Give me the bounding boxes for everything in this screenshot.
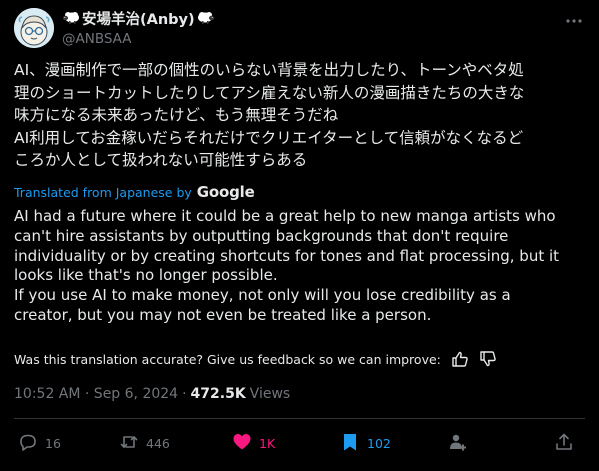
like-count: 1K [259,435,276,451]
translation-feedback: Was this translation accurate? Give us f… [14,350,497,368]
timestamp[interactable]: 10:52 AM · Sep 6, 2024 [14,386,178,402]
feedback-prompt: Was this translation accurate? Give us f… [14,351,441,367]
share-button[interactable] [554,429,574,457]
share-icon [554,432,574,455]
action-bar: 16 446 1K 102 [14,429,585,457]
google-logo: Google [196,183,255,201]
tweet-original-text: AI、漫画制作で一部の個性のいらない背景を出力したり、トーンやベタ処 理のショー… [14,61,525,170]
thumbs-down-icon[interactable] [479,350,497,368]
author-names: 安場羊治(Anby) @ANBSAA [62,9,215,47]
sheep-emoji-icon [197,9,215,28]
grok-button[interactable] [448,429,468,457]
views-label: Views [249,386,291,402]
bookmark-icon [340,432,360,455]
reply-count: 16 [45,435,61,451]
repost-button[interactable]: 446 [119,429,170,457]
like-button[interactable]: 1K [232,429,275,457]
tweet-translation-text: AI had a future where it could be a grea… [14,207,560,324]
divider [14,418,585,419]
sheep-emoji-icon [62,9,80,28]
heart-icon [232,432,252,455]
author-handle[interactable]: @ANBSAA [62,31,215,47]
grok-icon [448,432,468,455]
tweet-meta: 10:52 AM · Sep 6, 2024 · 472.5K Views [14,386,290,402]
reply-button[interactable]: 16 [18,429,61,457]
repost-icon [119,432,139,455]
tweet-card: 安場羊治(Anby) @ANBSAA AI、漫画制作で一部の個性のいらない背景を… [0,0,599,471]
thumbs-up-icon[interactable] [451,350,469,368]
bookmark-button[interactable]: 102 [340,429,391,457]
display-name[interactable]: 安場羊治(Anby) [82,8,195,29]
tweet-header: 安場羊治(Anby) @ANBSAA [14,8,585,48]
reply-icon [18,432,38,455]
views-count: 472.5K [190,386,246,402]
more-dots-icon[interactable] [563,10,585,32]
avatar[interactable] [14,8,54,48]
display-name-row[interactable]: 安場羊治(Anby) [62,8,215,29]
repost-count: 446 [146,435,170,451]
meta-separator: · [182,386,187,402]
translated-by-link[interactable]: Translated from Japanese by Google [14,183,255,201]
bookmark-count: 102 [367,435,391,451]
translated-label: Translated from Japanese by [14,184,192,200]
